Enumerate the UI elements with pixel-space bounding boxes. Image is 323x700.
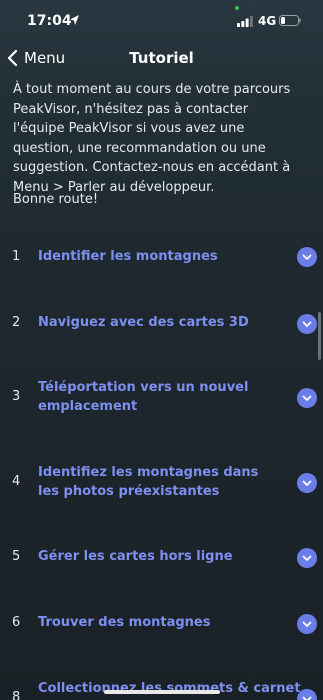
status-time: 17:04 bbox=[27, 13, 72, 29]
chevron-down-icon[interactable] bbox=[297, 689, 317, 700]
scrollbar[interactable] bbox=[318, 312, 321, 360]
item-number: 6 bbox=[12, 615, 21, 630]
item-label: Trouver des montagnes bbox=[38, 615, 211, 630]
item-label: Gérer les cartes hors ligne bbox=[38, 549, 233, 564]
battery-icon bbox=[279, 15, 301, 26]
privacy-indicator-dot bbox=[235, 6, 239, 10]
item-label: Identifier les montagnes bbox=[38, 249, 218, 264]
item-number: 4 bbox=[12, 474, 21, 489]
tutorial-item-photos[interactable]: 4 Identifiez les montagnes dans les phot… bbox=[0, 464, 323, 502]
chevron-down-icon[interactable] bbox=[297, 388, 317, 408]
chevron-down-icon[interactable] bbox=[297, 314, 317, 334]
item-number: 3 bbox=[12, 389, 21, 404]
chevron-down-icon[interactable] bbox=[297, 614, 317, 634]
page-title: Tutoriel bbox=[129, 49, 194, 67]
signal-bars-icon bbox=[237, 16, 253, 27]
tutorial-item-teleport[interactable]: 3 Téléportation vers un nouvel emplaceme… bbox=[0, 379, 323, 417]
network-type: 4G bbox=[258, 14, 277, 28]
home-indicator[interactable] bbox=[104, 690, 220, 694]
tutorial-item-find-mountains[interactable]: 6 Trouver des montagnes bbox=[0, 614, 323, 634]
item-number: 8 bbox=[12, 690, 21, 700]
chevron-down-icon[interactable] bbox=[297, 548, 317, 568]
item-label: Naviguez avec des cartes 3D bbox=[38, 315, 249, 330]
tutorial-item-offline-maps[interactable]: 5 Gérer les cartes hors ligne bbox=[0, 548, 323, 568]
item-label: Téléportation vers un nouvel emplacement bbox=[38, 380, 249, 414]
item-number: 1 bbox=[12, 249, 21, 264]
item-label: Identifiez les montagnes dans les photos… bbox=[38, 465, 259, 499]
chevron-down-icon[interactable] bbox=[297, 473, 317, 493]
item-number: 5 bbox=[12, 549, 21, 564]
status-bar: 17:04 4G bbox=[0, 0, 323, 40]
item-number: 2 bbox=[12, 315, 21, 330]
tutorial-item-3d-maps[interactable]: 2 Naviguez avec des cartes 3D bbox=[0, 314, 323, 334]
location-arrow-icon bbox=[70, 15, 79, 25]
chevron-down-icon[interactable] bbox=[297, 247, 317, 267]
intro-closing: Bonne route! bbox=[13, 192, 99, 207]
intro-paragraph: À tout moment au cours de votre parcours… bbox=[13, 82, 291, 195]
tutorial-item-identify-mountains[interactable]: 1 Identifier les montagnes bbox=[0, 247, 323, 268]
